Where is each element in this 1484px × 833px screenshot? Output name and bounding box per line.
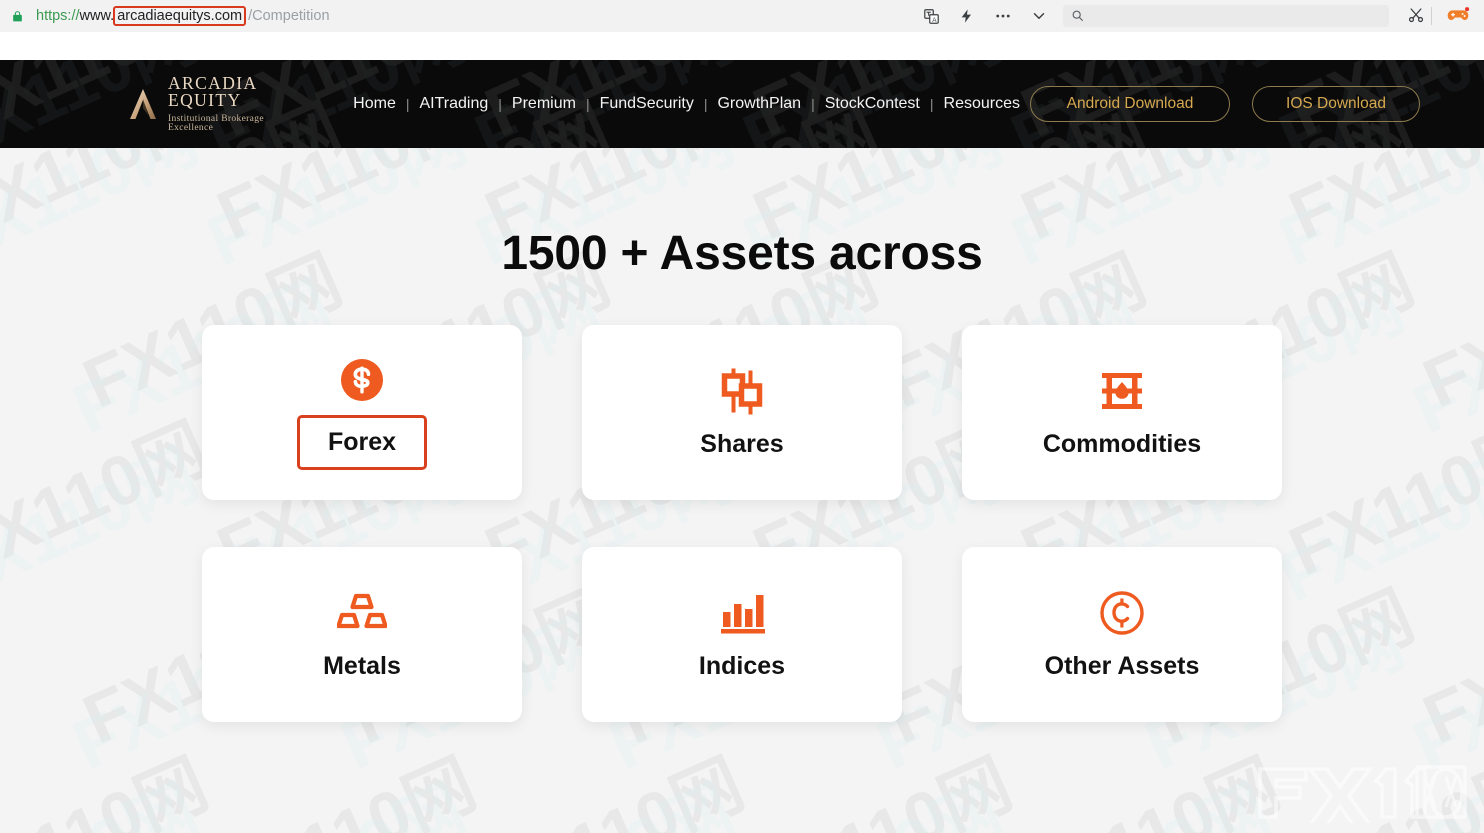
asset-card-forex[interactable]: Forex [202, 325, 522, 500]
site-logo[interactable]: ARCADIA EQUITY Institutional Brokerage E… [128, 72, 311, 134]
watermark-tile-accent: FX110网 [725, 755, 1015, 833]
site-header: FX110网FX110网FX110网FX110网FX110网FX110网FX11… [0, 60, 1484, 148]
url-host-prefix: www. [79, 7, 115, 24]
watermark-tile: FX110网 [0, 729, 221, 833]
main-navigation: Home | AITrading | Premium | FundSecurity | Grow… [353, 95, 1030, 113]
ellipsis-icon[interactable] [993, 6, 1013, 26]
android-download-button[interactable]: Android Download [1030, 86, 1230, 122]
asset-card-label: Metals [323, 652, 401, 680]
nav-item-resources[interactable]: Resources [934, 95, 1030, 113]
arcadia-a-mark-icon [128, 87, 158, 121]
asset-card-other-assets[interactable]: Other Assets [962, 547, 1282, 722]
browser-toolbar: https:// www. arcadiaequitys.com /Compet… [0, 0, 1484, 32]
watermark-tile: FX110网 [735, 729, 1025, 833]
address-bar[interactable]: https:// www. arcadiaequitys.com /Compet… [36, 5, 330, 27]
watermark-tile-accent: FX110网 [457, 755, 747, 833]
page-body: FX110网 FX110网 FX110网 FX110网 FX110网 FX110网 FX11… [0, 148, 1484, 833]
game-controller-icon[interactable] [1446, 6, 1472, 26]
toolbar-divider [1431, 7, 1432, 25]
svg-text:A: A [932, 16, 937, 23]
watermark-tile: FX110网 [1003, 729, 1293, 833]
fx110-corner-watermark [1254, 761, 1469, 823]
ios-download-button[interactable]: IOS Download [1252, 86, 1420, 122]
browser-blank-strip [0, 32, 1484, 60]
watermark-tile-accent: FX110网 [0, 755, 211, 833]
lock-icon [10, 9, 24, 23]
oil-barrel-icon [1098, 366, 1146, 416]
crypto-coin-icon [1098, 588, 1146, 638]
nav-item-premium[interactable]: Premium [502, 95, 586, 113]
translate-icon[interactable]: A [921, 6, 941, 26]
nav-item-fundsecurity[interactable]: FundSecurity [590, 95, 704, 113]
url-host-highlighted: arcadiaequitys.com [113, 5, 247, 27]
nav-item-aitrading[interactable]: AITrading [410, 95, 499, 113]
logo-name: ARCADIA EQUITY [168, 72, 257, 110]
watermark-tile: FX110网 [467, 729, 757, 833]
search-icon [1071, 9, 1085, 23]
chevron-down-icon[interactable] [1029, 6, 1049, 26]
lightning-bolt-icon[interactable] [957, 6, 977, 26]
asset-card-shares[interactable]: Shares [582, 325, 902, 500]
page-title: 1500 + Assets across [501, 227, 983, 280]
asset-card-commodities[interactable]: Commodities [962, 325, 1282, 500]
url-scheme: https:// [36, 7, 80, 24]
nav-item-stockcontest[interactable]: StockContest [815, 95, 930, 113]
url-path: /Competition [248, 7, 330, 24]
asset-card-label: Indices [698, 652, 786, 680]
logo-tagline: Institutional Brokerage Excellence [168, 113, 264, 133]
candlestick-icon [717, 366, 767, 416]
asset-card-label: Forex [296, 415, 428, 470]
browser-toolbar-right: A [921, 0, 1484, 32]
watermark-tile: FX110网 [199, 729, 489, 833]
asset-card-label: Commodities [1042, 430, 1202, 458]
watermark-tile-accent: FX110网 [189, 755, 479, 833]
asset-card-indices[interactable]: Indices [582, 547, 902, 722]
asset-cards-grid: Forex Shares Commodities Metals Indices [202, 325, 1282, 722]
asset-card-label: Other Assets [1044, 652, 1200, 680]
nav-item-growthplan[interactable]: GrowthPlan [707, 95, 811, 113]
bar-chart-icon [718, 588, 766, 638]
header-action-buttons: Android Download IOS Download [1030, 86, 1420, 122]
scissors-icon[interactable] [1407, 6, 1427, 26]
search-input[interactable] [1063, 5, 1389, 27]
dollar-coin-icon [340, 355, 384, 405]
nav-item-home[interactable]: Home [353, 95, 406, 113]
asset-card-label: Shares [700, 430, 784, 458]
asset-card-metals[interactable]: Metals [202, 547, 522, 722]
gold-bars-icon [337, 588, 387, 638]
watermark-tile-accent: FX110网 [993, 755, 1283, 833]
